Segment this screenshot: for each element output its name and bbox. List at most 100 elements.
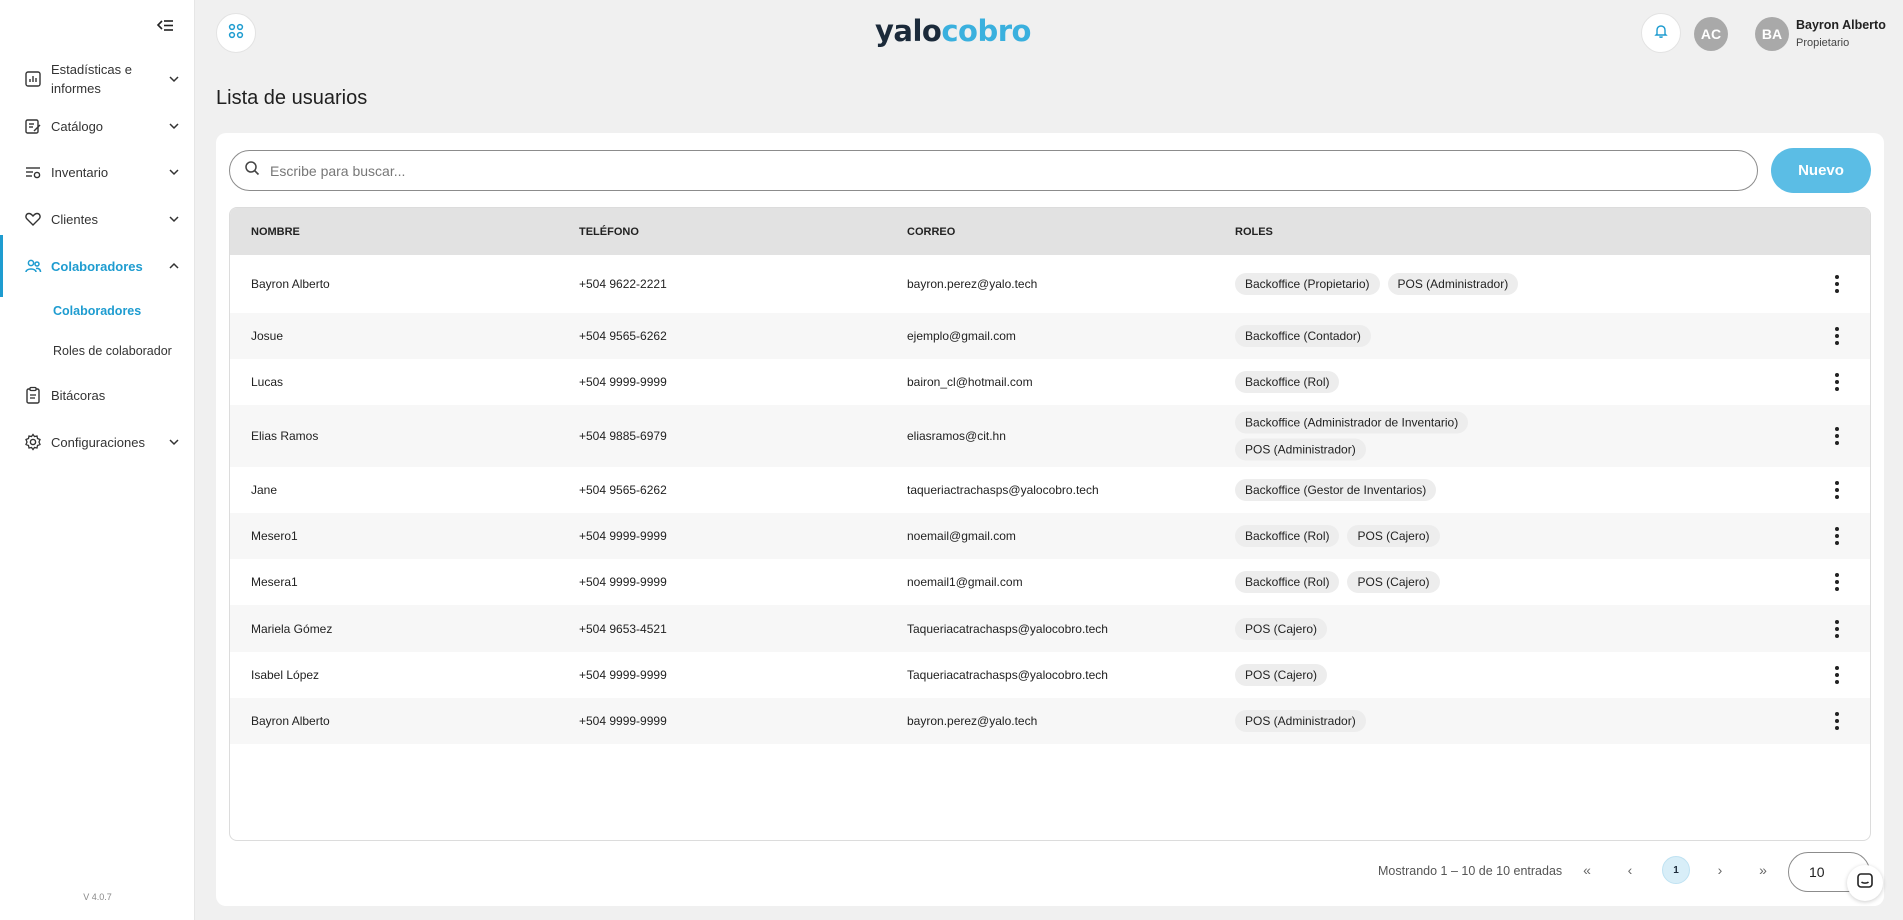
notifications-button[interactable] <box>1641 13 1681 53</box>
cell-roles: POS (Administrador) <box>1235 710 1525 732</box>
column-header-nombre: NOMBRE <box>251 225 300 238</box>
next-page-button[interactable]: › <box>1706 856 1734 884</box>
row-actions-kebab-icon[interactable] <box>1830 572 1844 592</box>
cell-roles: POS (Cajero) <box>1235 664 1525 686</box>
cell-phone: +504 9999-9999 <box>579 375 667 389</box>
row-actions-kebab-icon[interactable] <box>1830 711 1844 731</box>
column-header-correo: CORREO <box>907 225 956 238</box>
role-chip: Backoffice (Propietario) <box>1235 273 1380 295</box>
apps-grid-button[interactable] <box>216 13 256 53</box>
cell-email: ejemplo@gmail.com <box>907 329 1016 343</box>
users-card: Nuevo NOMBRE TELÉFONO CORREO ROLES Bayro… <box>216 133 1884 906</box>
cell-name: Mariela Gómez <box>251 621 333 636</box>
cell-name: Bayron Alberto <box>251 714 330 728</box>
role-chip: POS (Administrador) <box>1235 710 1366 732</box>
role-chip: POS (Administrador) <box>1387 273 1519 295</box>
role-chip: POS (Cajero) <box>1347 571 1440 593</box>
sidebar-item-catalogo[interactable]: Catálogo <box>0 103 194 149</box>
sidebar-item-label: Catálogo <box>51 118 104 134</box>
sidebar-item-label: Configuraciones <box>51 434 145 450</box>
table-row: Mesero1 +504 9999-9999 noemail@gmail.com… <box>230 513 1870 559</box>
search-input[interactable] <box>270 162 1670 179</box>
cell-roles: POS (Cajero) <box>1235 617 1525 640</box>
search-icon <box>244 160 260 181</box>
cell-email: eliasramos@cit.hn <box>907 429 1006 443</box>
table-row: Elias Ramos +504 9885-6979 eliasramos@ci… <box>230 405 1870 467</box>
search-box[interactable] <box>229 150 1758 191</box>
chat-support-button[interactable] <box>1847 865 1883 901</box>
subitem-roles-colaborador[interactable]: Roles de colaborador <box>0 331 194 371</box>
cell-email: bayron.perez@yalo.tech <box>907 277 1038 291</box>
cell-email: Taqueriacatrachasps@yalocobro.tech <box>907 621 1108 636</box>
role-chip: Backoffice (Rol) <box>1235 571 1340 593</box>
chevron-down-icon <box>168 120 180 132</box>
cell-email: noemail1@gmail.com <box>907 575 1023 589</box>
row-actions-kebab-icon[interactable] <box>1830 372 1844 392</box>
prev-page-button[interactable]: ‹ <box>1616 856 1644 884</box>
role-chip: Backoffice (Rol) <box>1235 525 1340 547</box>
table-row: Lucas +504 9999-9999 bairon_cl@hotmail.c… <box>230 359 1870 405</box>
clipboard-icon <box>24 386 42 404</box>
table-row: Josue +504 9565-6262 ejemplo@gmail.com B… <box>230 313 1870 359</box>
collapse-sidebar-icon[interactable] <box>155 16 175 36</box>
row-actions-kebab-icon[interactable] <box>1830 480 1844 500</box>
heart-hand-icon <box>24 210 42 228</box>
sidebar-item-estadisticas[interactable]: Estadísticas e informes <box>0 55 194 103</box>
cell-phone: +504 9999-9999 <box>579 668 667 682</box>
sidebar-item-bitacoras[interactable]: Bitácoras <box>0 371 194 419</box>
table-row: Mesera1 +504 9999-9999 noemail1@gmail.co… <box>230 559 1870 605</box>
row-actions-kebab-icon[interactable] <box>1830 526 1844 546</box>
cell-phone: +504 9622-2221 <box>579 277 667 291</box>
sidebar-item-configuraciones[interactable]: Configuraciones <box>0 419 194 465</box>
current-page-button[interactable]: 1 <box>1662 856 1690 884</box>
chat-icon <box>1856 872 1874 895</box>
cell-roles: Backoffice (Administrador de Inventario)… <box>1235 411 1525 461</box>
user-avatar[interactable]: BA <box>1755 17 1789 51</box>
sidebar-item-colaboradores[interactable]: Colaboradores <box>0 235 194 297</box>
table-row: Bayron Alberto +504 9622-2221 bayron.per… <box>230 255 1870 313</box>
user-name[interactable]: Bayron Alberto <box>1796 18 1886 32</box>
user-role: Propietario <box>1796 37 1850 49</box>
gear-icon <box>24 433 42 451</box>
column-header-roles: ROLES <box>1235 225 1273 238</box>
role-chip: Backoffice (Gestor de Inventarios) <box>1235 479 1437 501</box>
row-actions-kebab-icon[interactable] <box>1830 665 1844 685</box>
role-chip: POS (Cajero) <box>1347 525 1440 547</box>
logo-part-1: yalo <box>875 14 942 48</box>
new-user-button[interactable]: Nuevo <box>1771 148 1871 193</box>
cell-phone: +504 9565-6262 <box>579 329 667 343</box>
row-actions-kebab-icon[interactable] <box>1830 426 1844 446</box>
inventory-settings-icon <box>24 163 42 181</box>
cell-phone: +504 9999-9999 <box>579 714 667 728</box>
cell-name: Elias Ramos <box>251 429 319 443</box>
row-actions-kebab-icon[interactable] <box>1830 274 1844 294</box>
row-actions-kebab-icon[interactable] <box>1830 619 1844 639</box>
chevron-up-icon <box>168 260 180 272</box>
cell-roles: Backoffice (Propietario) POS (Administra… <box>1235 273 1525 295</box>
last-page-button[interactable]: » <box>1749 856 1777 884</box>
sidebar-item-clientes[interactable]: Clientes <box>0 195 194 243</box>
chevron-down-icon <box>168 73 180 85</box>
apps-grid-icon <box>228 23 244 44</box>
sidebar-item-label: Estadísticas e informes <box>51 62 132 96</box>
catalog-edit-icon <box>24 117 42 135</box>
chevron-down-icon <box>168 436 180 448</box>
app-logo: yalocobro <box>875 14 1031 48</box>
role-chip: Backoffice (Rol) <box>1235 371 1340 393</box>
table-header: NOMBRE TELÉFONO CORREO ROLES <box>230 208 1870 255</box>
cell-roles: Backoffice (Rol) POS (Cajero) <box>1235 525 1655 547</box>
sidebar-nav: Estadísticas e informes Catálogo Inventa… <box>0 55 194 465</box>
sidebar-item-label: Bitácoras <box>51 387 106 403</box>
account-switch-avatar[interactable]: AC <box>1694 17 1728 51</box>
cell-phone: +504 9999-9999 <box>579 529 667 543</box>
cell-name: Josue <box>251 329 284 343</box>
first-page-button[interactable]: « <box>1573 856 1601 884</box>
sidebar-item-label: Colaboradores <box>51 258 143 274</box>
subitem-colaboradores[interactable]: Colaboradores <box>0 291 194 331</box>
row-actions-kebab-icon[interactable] <box>1830 326 1844 346</box>
people-icon <box>24 257 42 275</box>
cell-phone: +504 9885-6979 <box>579 429 667 443</box>
cell-phone: +504 9565-6262 <box>579 483 667 497</box>
cell-name: Mesero1 <box>251 529 298 543</box>
sidebar-item-inventario[interactable]: Inventario <box>0 149 194 195</box>
